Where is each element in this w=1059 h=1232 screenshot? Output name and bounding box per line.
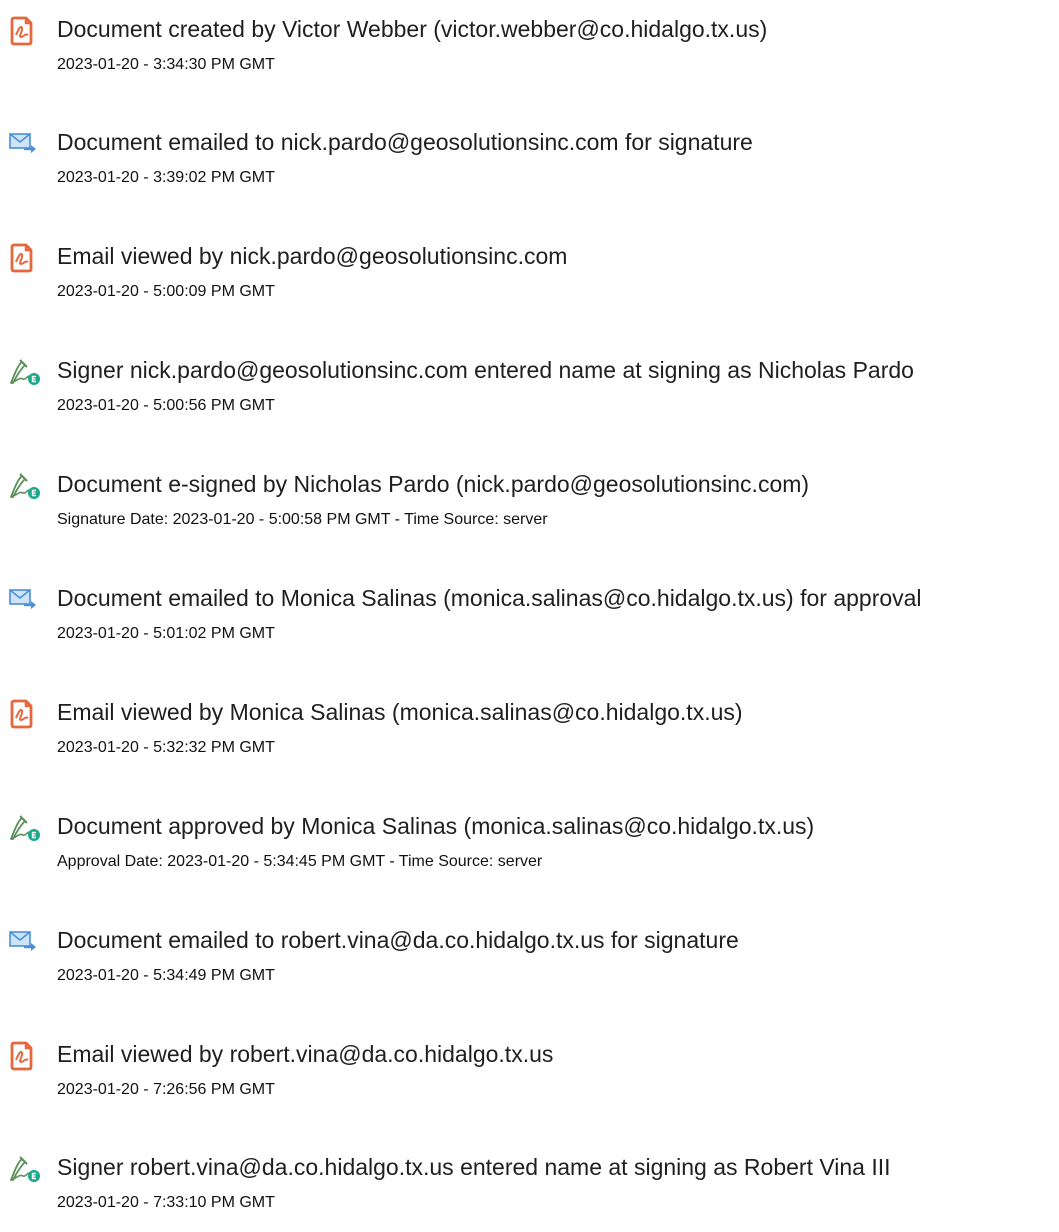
entry-timestamp: 2023-01-20 - 5:01:02 PM GMT bbox=[57, 625, 275, 642]
email-send-icon bbox=[9, 927, 43, 957]
entry-timestamp: 2023-01-20 - 3:39:02 PM GMT bbox=[57, 169, 275, 186]
entry-timestamp: Signature Date: 2023-01-20 - 5:00:58 PM … bbox=[57, 511, 548, 528]
e-sign-pen-icon bbox=[9, 357, 43, 387]
audit-entry: Document emailed to robert.vina@da.co.hi… bbox=[0, 925, 1059, 1005]
audit-entry: Email viewed by Monica Salinas (monica.s… bbox=[0, 697, 1059, 777]
entry-title: Document emailed to nick.pardo@geosoluti… bbox=[57, 129, 753, 155]
e-sign-pen-icon bbox=[9, 813, 43, 843]
email-send-icon bbox=[9, 585, 43, 615]
audit-entry: Email viewed by nick.pardo@geosolutionsi… bbox=[0, 241, 1059, 321]
email-send-icon bbox=[9, 129, 43, 159]
entry-title: Document created by Victor Webber (victo… bbox=[57, 16, 768, 42]
audit-entry: Document approved by Monica Salinas (mon… bbox=[0, 811, 1059, 891]
entry-timestamp: 2023-01-20 - 5:34:49 PM GMT bbox=[57, 967, 275, 984]
entry-timestamp: 2023-01-20 - 5:32:32 PM GMT bbox=[57, 739, 275, 756]
audit-entry: Document created by Victor Webber (victo… bbox=[0, 14, 1059, 94]
entry-timestamp: 2023-01-20 - 7:26:56 PM GMT bbox=[57, 1081, 275, 1098]
document-icon bbox=[9, 243, 43, 273]
entry-title: Email viewed by nick.pardo@geosolutionsi… bbox=[57, 243, 568, 269]
entry-timestamp: 2023-01-20 - 3:34:30 PM GMT bbox=[57, 56, 275, 73]
entry-timestamp: 2023-01-20 - 5:00:56 PM GMT bbox=[57, 397, 275, 414]
audit-entry: Document e-signed by Nicholas Pardo (nic… bbox=[0, 469, 1059, 549]
document-icon bbox=[9, 1041, 43, 1071]
entry-timestamp: 2023-01-20 - 5:00:09 PM GMT bbox=[57, 283, 275, 300]
document-icon bbox=[9, 16, 43, 46]
entry-title: Signer nick.pardo@geosolutionsinc.com en… bbox=[57, 357, 914, 383]
audit-entry: Document emailed to nick.pardo@geosoluti… bbox=[0, 127, 1059, 207]
entry-timestamp: Approval Date: 2023-01-20 - 5:34:45 PM G… bbox=[57, 853, 543, 870]
entry-title: Signer robert.vina@da.co.hidalgo.tx.us e… bbox=[57, 1154, 891, 1180]
audit-entry: Signer nick.pardo@geosolutionsinc.com en… bbox=[0, 355, 1059, 435]
audit-entry: Document emailed to Monica Salinas (moni… bbox=[0, 583, 1059, 663]
entry-title: Document emailed to Monica Salinas (moni… bbox=[57, 585, 922, 611]
entry-title: Email viewed by robert.vina@da.co.hidalg… bbox=[57, 1041, 554, 1067]
audit-entry: Signer robert.vina@da.co.hidalgo.tx.us e… bbox=[0, 1152, 1059, 1232]
entry-title: Document e-signed by Nicholas Pardo (nic… bbox=[57, 471, 810, 497]
audit-entry: Email viewed by robert.vina@da.co.hidalg… bbox=[0, 1039, 1059, 1119]
entry-timestamp: 2023-01-20 - 7:33:10 PM GMT bbox=[57, 1194, 275, 1211]
e-sign-pen-icon bbox=[9, 1154, 43, 1184]
entry-title: Document emailed to robert.vina@da.co.hi… bbox=[57, 927, 739, 953]
entry-title: Email viewed by Monica Salinas (monica.s… bbox=[57, 699, 743, 725]
e-sign-pen-icon bbox=[9, 471, 43, 501]
document-icon bbox=[9, 699, 43, 729]
entry-title: Document approved by Monica Salinas (mon… bbox=[57, 813, 815, 839]
